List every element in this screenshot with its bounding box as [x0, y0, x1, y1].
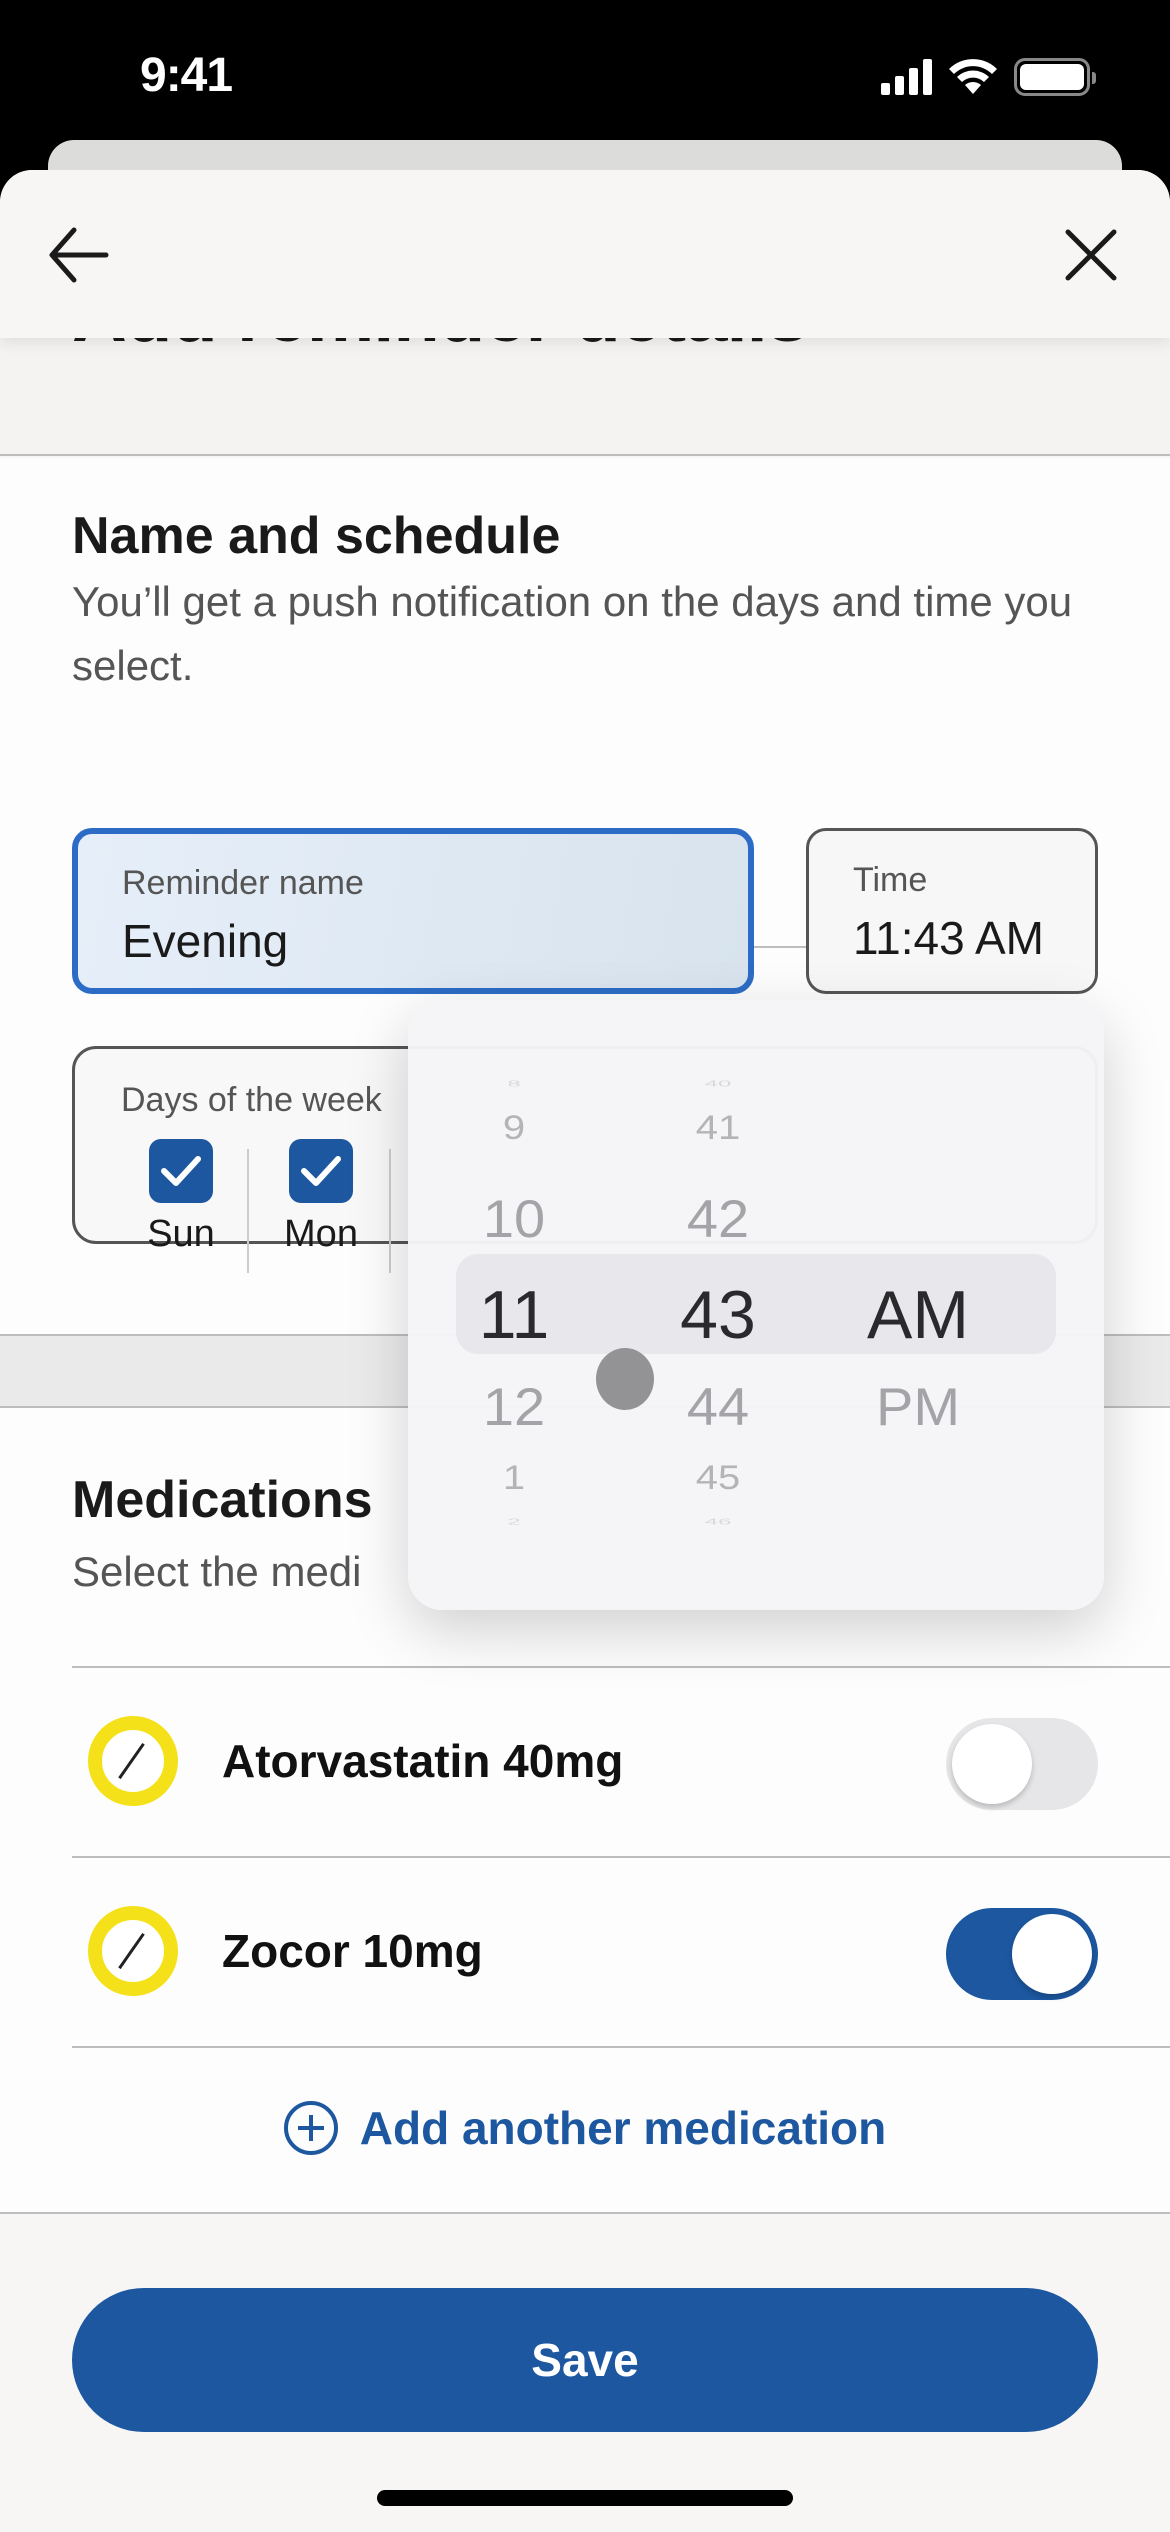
medication-toggle[interactable] — [946, 1908, 1098, 2000]
battery-icon — [1014, 58, 1096, 96]
plus-circle-icon — [283, 2101, 338, 2155]
time-picker-popover: 8 9 10 11 12 1 2 40 41 42 43 44 45 46 AM PM — [408, 1000, 1104, 1610]
medication-row: Atorvastatin 40mg — [72, 1666, 1170, 1856]
hour-wheel[interactable]: 8 9 10 11 12 1 2 — [444, 1000, 584, 1610]
days-label: Days of the week — [121, 1081, 382, 1119]
day-checkbox-mon[interactable]: Mon — [251, 1139, 391, 1255]
home-indicator — [377, 2490, 793, 2506]
medication-toggle[interactable] — [946, 1718, 1098, 1810]
nav-bar — [0, 170, 1170, 338]
picker-option[interactable]: AM — [838, 1276, 998, 1354]
pill-icon — [88, 1906, 178, 1996]
status-icons — [881, 58, 1096, 96]
pill-icon — [88, 1716, 178, 1806]
time-value[interactable]: 11:43 AM — [853, 911, 1044, 965]
day-name: Mon — [284, 1213, 358, 1255]
section-title: Name and schedule — [72, 507, 561, 565]
picker-option[interactable]: PM — [838, 1376, 998, 1438]
picker-option[interactable]: 1 — [444, 1459, 584, 1497]
picker-option[interactable]: 46 — [648, 1517, 788, 1527]
reminder-name-field[interactable]: Reminder name Evening — [72, 828, 754, 994]
day-name: Sun — [147, 1213, 215, 1255]
save-button[interactable]: Save — [72, 2288, 1098, 2432]
minute-wheel[interactable]: 40 41 42 43 44 45 46 — [648, 1000, 788, 1610]
picker-option[interactable]: 11 — [444, 1276, 584, 1354]
medication-name: Atorvastatin 40mg — [222, 1735, 624, 1787]
day-separator — [389, 1149, 391, 1273]
footer: Save — [0, 2212, 1170, 2532]
picker-option[interactable]: 40 — [648, 1079, 788, 1089]
status-time: 9:41 — [140, 49, 233, 102]
medication-row: Zocor 10mg — [72, 1856, 1170, 2046]
checkbox-checked-icon — [289, 1139, 353, 1203]
picker-option[interactable]: 42 — [648, 1188, 788, 1250]
reminder-name-label: Reminder name — [122, 864, 364, 902]
section-title: Medications — [72, 1471, 373, 1529]
status-bar: 9:41 — [0, 0, 1170, 150]
close-icon[interactable] — [1056, 220, 1126, 290]
medication-name: Zocor 10mg — [222, 1925, 483, 1977]
picker-option[interactable]: 2 — [444, 1517, 584, 1527]
day-separator — [247, 1149, 249, 1273]
section-description: You’ll get a push notification on the da… — [72, 578, 1073, 689]
signal-icon — [881, 59, 932, 95]
arrow-left-icon[interactable] — [44, 220, 114, 290]
add-medication-label: Add another medication — [359, 2102, 887, 2154]
modal-sheet: Add reminder details Name and schedule Y… — [0, 170, 1170, 2532]
reminder-name-input[interactable]: Evening — [122, 914, 288, 968]
picker-option[interactable]: 9 — [444, 1109, 584, 1147]
picker-option[interactable]: 45 — [648, 1459, 788, 1497]
picker-option[interactable]: 12 — [444, 1376, 584, 1438]
picker-option[interactable]: 44 — [648, 1376, 788, 1438]
checkbox-checked-icon — [149, 1139, 213, 1203]
picker-option[interactable]: 8 — [444, 1079, 584, 1089]
picker-option[interactable]: 43 — [648, 1276, 788, 1354]
wifi-icon — [949, 59, 997, 94]
picker-option[interactable]: 41 — [648, 1109, 788, 1147]
scroll-indicator — [596, 1348, 654, 1410]
period-wheel[interactable]: AM PM — [838, 1000, 998, 1610]
time-label: Time — [853, 861, 928, 899]
day-checkbox-sun[interactable]: Sun — [111, 1139, 251, 1255]
add-medication-button[interactable]: Add another medication — [0, 2048, 1170, 2208]
picker-option[interactable]: 10 — [444, 1188, 584, 1250]
time-field[interactable]: Time 11:43 AM — [806, 828, 1098, 994]
